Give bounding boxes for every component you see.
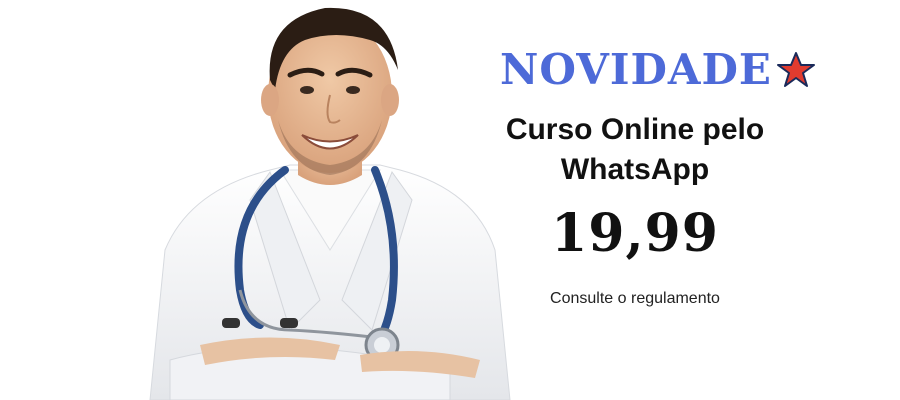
promo-banner: NOVIDADE Curso Online pelo WhatsApp 19,9… [0,0,900,400]
course-title-line1: Curso Online pelo [505,113,765,146]
doctor-photo [149,7,511,400]
course-title-line2: WhatsApp [560,153,710,186]
terms-text: Consulte o regulamento [550,290,720,307]
price: 19,99 [551,203,719,264]
headline: NOVIDADE [500,45,772,94]
star-icon [776,52,815,87]
headline-row: NOVIDADE [500,40,820,100]
course-title: Curso Online pelo WhatsApp [470,110,800,190]
